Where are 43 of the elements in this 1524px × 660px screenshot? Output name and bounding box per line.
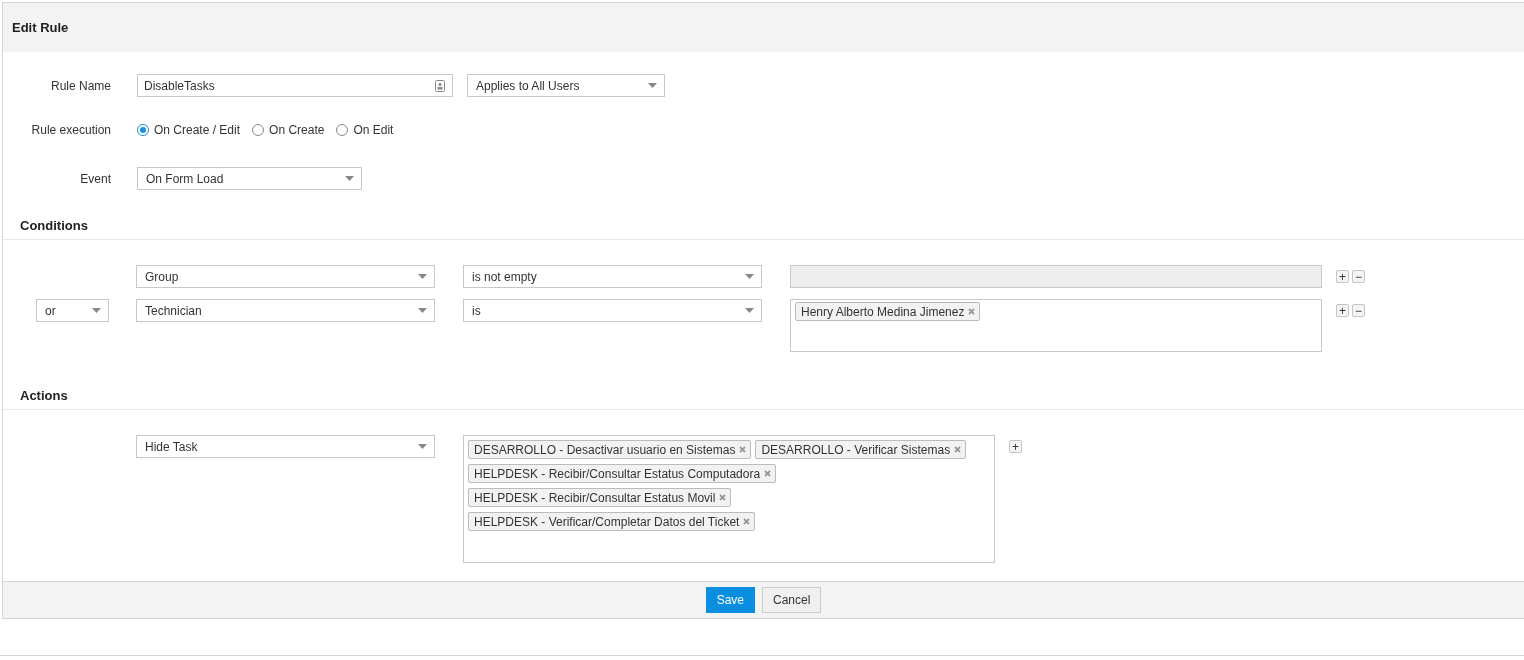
value-field[interactable]: Henry Alberto Medina Jimenez	[790, 299, 1322, 352]
task-tag: HELPDESK - Recibir/Consultar Estatus Movil	[468, 488, 732, 507]
field-label: Rule Name	[49, 78, 111, 93]
task-tag: DESARROLLO - Desactivar usuario en Sistemas	[468, 440, 752, 459]
applies-to-select[interactable]: Applies to All Users	[467, 74, 665, 97]
contact-card-icon	[435, 79, 445, 92]
remove-icon[interactable]	[968, 308, 976, 315]
caret-icon	[418, 274, 427, 279]
remove-icon[interactable]	[719, 494, 727, 501]
caret-icon	[345, 176, 354, 181]
task-tag: HELPDESK - Recibir/Consultar Estatus Computadora	[468, 464, 777, 483]
section-heading: Conditions	[20, 218, 88, 233]
remove-icon[interactable]	[954, 446, 962, 453]
caret-icon	[418, 308, 427, 313]
cancel-button[interactable]: Cancel	[762, 587, 822, 613]
rule-name-field[interactable]: DisableTasks	[137, 74, 453, 97]
radio-option[interactable]: On Create	[252, 122, 325, 137]
add-button[interactable]: +	[1009, 440, 1022, 453]
caret-icon	[648, 83, 657, 88]
remove-icon[interactable]	[739, 446, 747, 453]
field-label: Event	[79, 171, 111, 186]
remove-icon[interactable]	[743, 518, 751, 525]
caret-icon	[418, 444, 427, 449]
caret-icon	[92, 308, 101, 313]
caret-icon	[745, 274, 754, 279]
field-select[interactable]: Technician	[136, 299, 435, 322]
task-tag: HELPDESK - Verificar/Completar Datos del Ticket	[468, 512, 756, 531]
add-button[interactable]: +	[1336, 304, 1349, 317]
remove-icon[interactable]	[764, 470, 772, 477]
task-tag: DESARROLLO - Verificar Sistemas	[755, 440, 967, 459]
operator-select[interactable]: is	[463, 299, 762, 322]
section-heading: Actions	[20, 388, 68, 403]
field-label: Rule execution	[30, 122, 111, 137]
panel-title: Edit Rule	[12, 20, 69, 35]
remove-button[interactable]: −	[1352, 304, 1365, 317]
caret-icon	[745, 308, 754, 313]
radio-option[interactable]: On Edit	[336, 122, 394, 137]
event-select[interactable]: On Form Load	[137, 167, 362, 190]
connector-select[interactable]: or	[36, 299, 109, 322]
value-tag: Henry Alberto Medina Jimenez	[795, 302, 981, 321]
action-select[interactable]: Hide Task	[136, 435, 435, 458]
radio-option[interactable]: On Create / Edit	[137, 122, 241, 137]
task-field[interactable]	[463, 435, 995, 563]
